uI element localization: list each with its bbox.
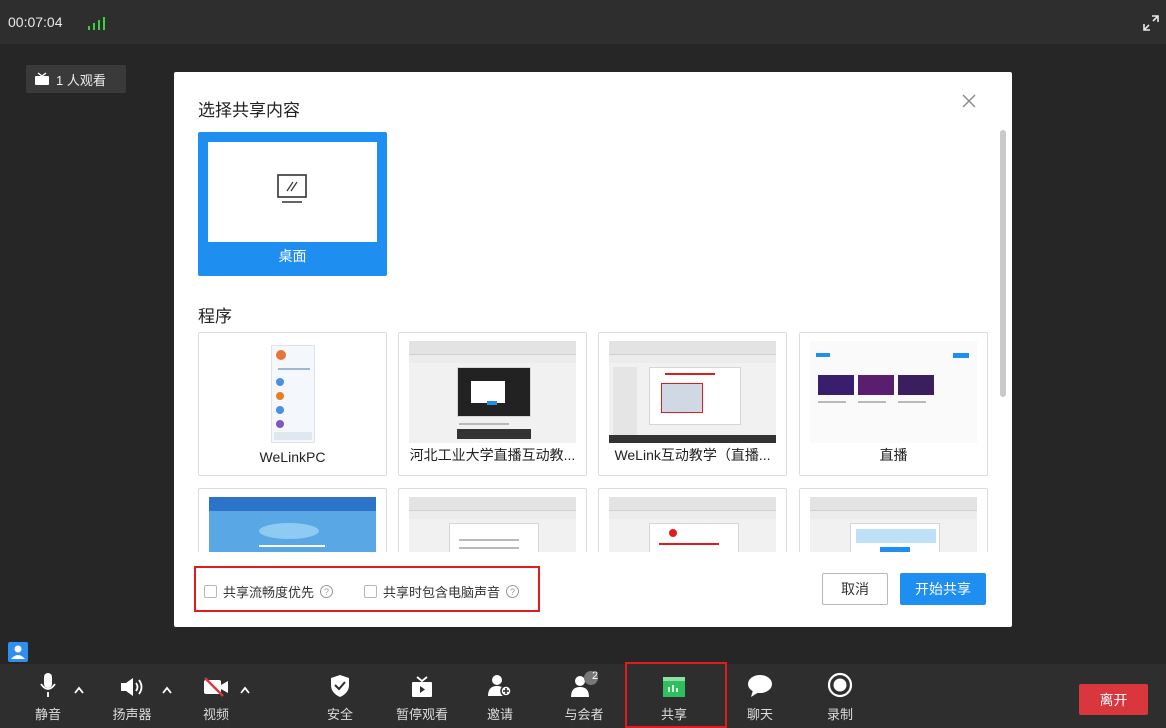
app-thumbnail xyxy=(810,341,977,443)
monitor-icon xyxy=(277,174,307,203)
chat-label: 聊天 xyxy=(746,707,773,722)
help-icon[interactable]: ? xyxy=(320,585,334,598)
share-options-group: 共享流畅度优先 ? 共享时包含电脑声音 ? xyxy=(194,566,540,612)
start-share-button[interactable]: 开始共享 xyxy=(900,573,986,605)
invite-button[interactable]: 邀请 xyxy=(480,664,520,728)
smooth-priority-label: 共享流畅度优先 xyxy=(223,585,315,600)
chat-button[interactable]: 聊天 xyxy=(740,664,780,728)
include-audio-label: 共享时包含电脑声音 xyxy=(383,585,501,600)
user-avatar-icon[interactable] xyxy=(8,642,28,662)
top-bar: 00:07:04 xyxy=(0,0,1166,44)
video-off-icon xyxy=(204,677,228,697)
include-audio-option[interactable]: 共享时包含电脑声音 ? xyxy=(364,582,520,601)
app-thumbnail xyxy=(609,341,776,443)
app-thumbnail xyxy=(409,497,576,552)
app-thumbnail xyxy=(209,341,376,443)
participants-label: 与会者 xyxy=(564,707,604,722)
add-user-icon xyxy=(488,675,512,697)
include-audio-checkbox[interactable] xyxy=(364,585,377,598)
meeting-toolbar: 静音 扬声器 视频 安全 暂停观看 邀请 2 与会者 共享 聊天 录制 xyxy=(0,664,1166,728)
chevron-up-icon[interactable] xyxy=(240,686,250,694)
app-card-welinkpc[interactable]: WeLinkPC xyxy=(198,332,387,476)
speaker-button[interactable]: 扬声器 xyxy=(112,664,172,728)
close-icon[interactable] xyxy=(960,92,978,110)
security-button[interactable]: 安全 xyxy=(320,664,360,728)
mute-label: 静音 xyxy=(34,707,61,722)
app-card-welink-teaching[interactable]: WeLink互动教学（直播... xyxy=(598,332,787,476)
app-card-document-1[interactable] xyxy=(398,488,587,552)
app-name: 河北工业大学直播互动教... xyxy=(409,447,576,463)
record-label: 录制 xyxy=(826,707,853,722)
chat-bubble-icon xyxy=(748,675,772,697)
app-thumbnail xyxy=(409,341,576,443)
app-name: WeLink互动教学（直播... xyxy=(614,447,771,463)
smooth-priority-option[interactable]: 共享流畅度优先 ? xyxy=(204,582,334,601)
desktop-label: 桌面 xyxy=(278,248,307,264)
meeting-timer: 00:07:04 xyxy=(8,14,63,30)
viewers-count: 1 人观看 xyxy=(56,72,106,88)
help-icon[interactable]: ? xyxy=(506,585,520,598)
tv-icon xyxy=(35,72,49,85)
app-card-live[interactable]: 直播 xyxy=(799,332,988,476)
share-highlight-frame xyxy=(625,662,727,728)
speaker-icon xyxy=(121,678,143,696)
record-icon xyxy=(827,672,853,698)
security-label: 安全 xyxy=(326,707,353,722)
pause-view-label: 暂停观看 xyxy=(396,707,449,722)
video-button[interactable]: 视频 xyxy=(196,664,250,728)
desktop-preview xyxy=(208,142,377,242)
participants-count-badge: 2 xyxy=(591,670,599,682)
app-name: WeLinkPC xyxy=(259,449,326,465)
tv-play-icon xyxy=(412,676,432,697)
programs-heading: 程序 xyxy=(198,307,232,326)
share-options-list[interactable]: 桌面 程序 WeLinkPC 河北工业大学直播互动教... WeLink互动教学… xyxy=(174,130,1012,552)
mute-button[interactable]: 静音 xyxy=(28,664,84,728)
record-button[interactable]: 录制 xyxy=(820,664,860,728)
invite-label: 邀请 xyxy=(486,707,513,722)
app-thumbnail xyxy=(209,497,376,552)
speaker-label: 扬声器 xyxy=(112,707,152,722)
pause-view-button[interactable]: 暂停观看 xyxy=(396,664,448,728)
leave-button[interactable]: 离开 xyxy=(1079,684,1148,715)
signal-strength-icon xyxy=(88,16,106,30)
share-dialog: 选择共享内容 桌面 程序 WeLinkPC 河北工业大学直播互动教... WeL… xyxy=(174,72,1012,627)
scrollbar[interactable] xyxy=(1000,130,1006,397)
cancel-button[interactable]: 取消 xyxy=(822,573,888,605)
chevron-up-icon[interactable] xyxy=(162,686,172,694)
app-thumbnail xyxy=(609,497,776,552)
app-card-huawei-cloud[interactable] xyxy=(198,488,387,552)
app-name: 直播 xyxy=(879,447,908,463)
dialog-title: 选择共享内容 xyxy=(198,101,300,120)
app-card-hebut[interactable]: 河北工业大学直播互动教... xyxy=(398,332,587,476)
fullscreen-icon[interactable] xyxy=(1142,14,1160,32)
chevron-up-icon[interactable] xyxy=(74,686,84,694)
app-thumbnail xyxy=(810,497,977,552)
app-card-document-2[interactable] xyxy=(598,488,787,552)
desktop-share-card[interactable]: 桌面 xyxy=(198,132,387,276)
smooth-priority-checkbox[interactable] xyxy=(204,585,217,598)
viewers-badge: 1 人观看 xyxy=(26,65,126,93)
app-card-document-3[interactable] xyxy=(799,488,988,552)
participants-button[interactable]: 2 与会者 xyxy=(564,664,604,728)
microphone-icon xyxy=(40,673,56,697)
shield-icon xyxy=(331,675,349,697)
video-label: 视频 xyxy=(202,707,229,722)
